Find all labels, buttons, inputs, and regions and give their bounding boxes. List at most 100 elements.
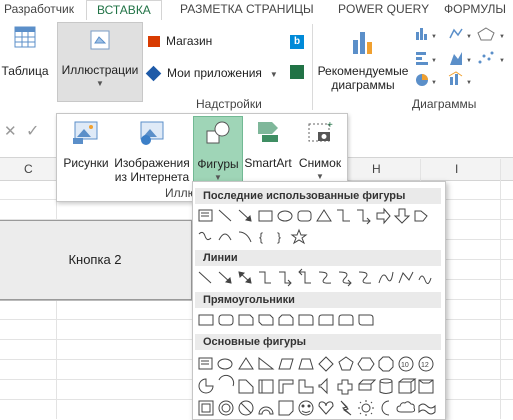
svg-text:▼: ▼: [499, 34, 505, 40]
tab-developer[interactable]: Разработчик: [4, 0, 74, 20]
section-rectangles: Прямоугольники: [195, 292, 441, 308]
frame-shape-icon: [258, 379, 274, 394]
bing-icon: b: [290, 35, 304, 49]
svg-text:12: 12: [421, 362, 429, 369]
diamond-shape-icon: [318, 356, 334, 372]
chart-type-icons: ▼ ▼ ▼ ▼ ▼ ▼ ▼ ▼: [414, 26, 510, 88]
smartart-icon: [258, 122, 278, 142]
text-box-shape-icon: [198, 209, 213, 222]
my-apps-label: Мои приложения: [167, 66, 262, 80]
half-frame-shape-icon: [278, 379, 294, 394]
svg-text:▼: ▼: [431, 34, 437, 40]
basic-shapes-grid: 10 12: [198, 356, 436, 416]
bevel-shape-icon: [418, 379, 434, 394]
area-chart-icon[interactable]: ▼: [450, 52, 472, 65]
folded-corner-shape-icon: [258, 406, 274, 415]
round-diagonal-rectangle-shape-icon: [358, 314, 374, 326]
tab-formulas[interactable]: ФОРМУЛЫ: [444, 0, 506, 20]
line-chart-icon[interactable]: ▼: [449, 28, 472, 40]
tab-insert[interactable]: ВСТАВКА: [86, 0, 162, 22]
hexagon-shape-icon: [357, 357, 375, 371]
freeform-shape-icon: [398, 271, 414, 284]
screenshot-button[interactable]: + Снимок ▼: [295, 118, 345, 184]
bing-maps-button[interactable]: b: [290, 33, 304, 49]
svg-text:▼: ▼: [431, 80, 437, 86]
section-recent-shapes: Последние использованные фигуры: [195, 188, 441, 204]
ribbon-tab-bar: Разработчик ВСТАВКА РАЗМЕТКА СТРАНИЦЫ PO…: [0, 0, 513, 22]
block-arc-shape-icon: [238, 400, 254, 416]
illustrations-button[interactable]: Иллюстрации ▼: [57, 22, 143, 102]
enter-icon[interactable]: ✓: [26, 121, 39, 141]
store-label: Магазин: [166, 34, 213, 48]
online-pictures-button[interactable]: Изображения из Интернета: [113, 118, 191, 184]
arrow-line-shape-icon: [218, 271, 232, 284]
my-apps-button[interactable]: Мои приложения ▼: [145, 66, 278, 82]
camera-icon: +: [308, 120, 333, 142]
shapes-label: Фигуры: [197, 157, 239, 171]
column-chart-icon[interactable]: ▼: [416, 28, 437, 40]
recommended-charts-icon: [353, 32, 372, 54]
pie-shape-icon: [198, 378, 214, 394]
table-label: Таблица: [1, 64, 49, 78]
store-button[interactable]: Магазин: [148, 34, 212, 48]
picture-icon: [73, 121, 98, 144]
cancel-icon[interactable]: ✕: [4, 122, 17, 140]
bar-chart-icon[interactable]: ▼: [416, 52, 437, 65]
chevron-down-icon: ▼: [96, 79, 104, 88]
section-basic-shapes: Основные фигуры: [195, 334, 441, 350]
curved-arrow-connector-shape-icon: [338, 271, 352, 287]
arc-shape-icon: [218, 233, 232, 241]
round-corner-rectangle-shape-icon: [298, 314, 314, 326]
rectangle-shape-icon: [198, 314, 214, 326]
no-symbol-shape-icon: [218, 400, 234, 416]
cube-shape-icon: [398, 378, 417, 394]
column-header-h[interactable]: H: [372, 162, 381, 176]
double-arrow-line-shape-icon: [238, 271, 252, 284]
tab-page-layout[interactable]: РАЗМЕТКА СТРАНИЦЫ: [180, 0, 314, 20]
curve-shape-icon: [378, 271, 394, 284]
pie-chart-icon[interactable]: ▼: [416, 74, 437, 86]
pictures-label: Рисунки: [63, 156, 109, 170]
oval-shape-icon: [217, 358, 233, 370]
down-arrow-shape-icon: [393, 208, 411, 224]
elbow-connector-shape-icon: [259, 271, 271, 284]
chevron-down-icon: ▼: [269, 70, 278, 79]
cloud-shape-icon: [381, 400, 390, 416]
tab-power-query[interactable]: POWER QUERY: [338, 0, 429, 20]
left-brace-shape-icon: {: [259, 230, 263, 244]
recommended-label-1: Рекомендуемые: [317, 64, 409, 78]
online-picture-icon: [140, 121, 164, 145]
online-label-1: Изображения: [114, 156, 190, 170]
radar-chart-icon[interactable]: ▼: [477, 27, 505, 41]
svg-text:+: +: [327, 120, 333, 131]
people-graph-icon: [290, 65, 304, 79]
column-header-i[interactable]: I: [455, 162, 458, 176]
people-graph-button[interactable]: [290, 65, 304, 82]
illustrations-label: Иллюстрации: [61, 63, 139, 77]
rectangle-shape-icon: [258, 210, 273, 222]
pictures-button[interactable]: Рисунки: [59, 118, 113, 170]
shapes-button[interactable]: Фигуры ▼: [193, 116, 243, 184]
oval-shape-icon: [277, 210, 293, 222]
recommended-charts-button[interactable]: Рекомендуемые диаграммы: [316, 26, 410, 92]
smartart-label: SmartArt: [244, 156, 292, 170]
wave-shape-icon: [396, 401, 416, 413]
recommended-label-2: диаграммы: [331, 78, 395, 92]
form-button-label: Кнопка 2: [68, 252, 122, 267]
combo-chart-icon[interactable]: ▼: [448, 71, 472, 86]
svg-text:▼: ▼: [431, 58, 437, 64]
elbow-double-arrow-connector-shape-icon: [298, 268, 311, 284]
table-button[interactable]: Таблица: [0, 24, 50, 78]
isosceles-triangle-shape-icon: [238, 357, 254, 370]
scatter-chart-icon[interactable]: ▼: [478, 51, 505, 65]
right-brace-shape-icon: }: [277, 230, 281, 244]
line-shape-icon: [218, 209, 232, 222]
my-apps-icon: [145, 66, 162, 82]
right-arrow-shape-icon: [376, 207, 391, 225]
smartart-button[interactable]: SmartArt: [241, 118, 295, 170]
round-snip-rectangle-shape-icon: [318, 314, 334, 326]
double-wave-shape-icon: [418, 403, 436, 415]
scribble-shape-icon: [418, 275, 432, 284]
column-header-c[interactable]: C: [24, 162, 33, 176]
form-button-2[interactable]: Кнопка 2: [0, 220, 192, 300]
